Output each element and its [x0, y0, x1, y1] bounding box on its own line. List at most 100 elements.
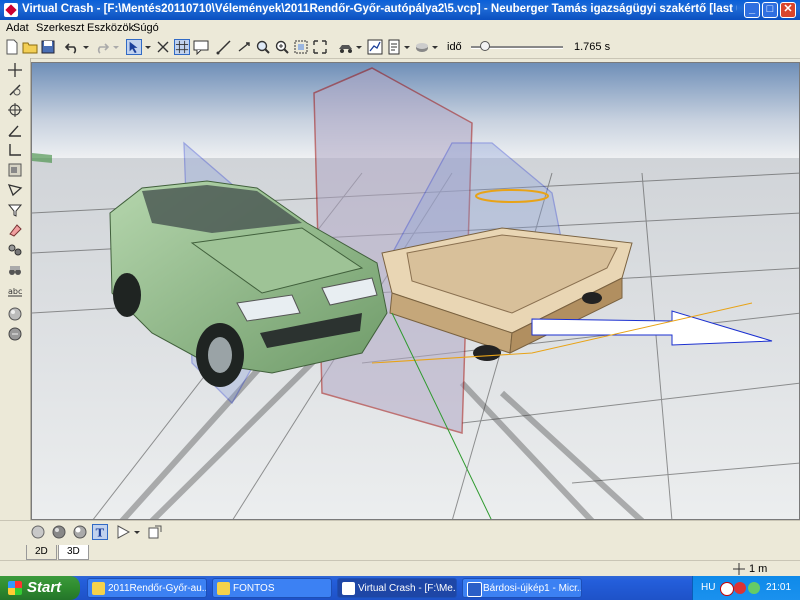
- rotate-tool-icon[interactable]: [7, 82, 23, 98]
- left-toolbar: abc: [0, 58, 31, 520]
- zoom-icon[interactable]: [255, 39, 271, 55]
- time-slider[interactable]: [471, 41, 563, 51]
- undo-dropdown-icon[interactable]: [82, 39, 90, 55]
- taskbar: Start 2011Rendőr-Győr-au... FONTOS Virtu…: [0, 576, 800, 600]
- redo-icon[interactable]: [94, 39, 110, 55]
- tab-3d[interactable]: 3D: [58, 545, 89, 560]
- menu-bar: Adat Szerkeszt Eszközök Súgó: [0, 20, 800, 36]
- select-dropdown-icon[interactable]: [144, 39, 152, 55]
- scene-3d[interactable]: [32, 63, 800, 520]
- task-label: 2011Rendőr-Győr-au...: [108, 583, 207, 594]
- group-objects-icon[interactable]: [7, 242, 23, 258]
- pan-icon[interactable]: [236, 39, 252, 55]
- time-value: 1.765 s: [574, 41, 611, 53]
- textured-shading-icon[interactable]: [72, 524, 88, 540]
- window-title: Virtual Crash - [F:\Mentés20110710\Vélem…: [22, 3, 737, 15]
- start-button[interactable]: Start: [0, 576, 80, 600]
- time-label: idő: [447, 41, 462, 53]
- task-folder-2011[interactable]: 2011Rendőr-Győr-au...: [87, 578, 207, 598]
- flat-shading-icon[interactable]: [30, 524, 46, 540]
- measure-icon[interactable]: [216, 39, 232, 55]
- trailer-wheel-front: [582, 292, 602, 304]
- image-layer-icon[interactable]: [7, 162, 23, 178]
- minimize-button[interactable]: _: [744, 2, 760, 18]
- chart-icon[interactable]: [367, 39, 383, 55]
- main-toolbar: idő 1.765 s: [0, 36, 800, 59]
- zoom-window-icon[interactable]: [274, 39, 290, 55]
- task-virtual-crash[interactable]: Virtual Crash - [F:\Me...: [337, 578, 457, 598]
- filter-tool-icon[interactable]: [7, 202, 23, 218]
- virtual-crash-app-icon[interactable]: [4, 3, 18, 17]
- vehicle-tool-icon[interactable]: [7, 262, 23, 278]
- open-folder-icon[interactable]: [22, 39, 38, 55]
- menu-szerkeszt[interactable]: Szerkeszt: [36, 22, 84, 34]
- task-label: Virtual Crash - [F:\Me...: [358, 583, 457, 594]
- menu-sugo[interactable]: Súgó: [133, 22, 159, 34]
- render-dropdown-icon[interactable]: [431, 39, 439, 55]
- redo-dropdown-icon[interactable]: [112, 39, 120, 55]
- system-tray: HU 21:01: [692, 576, 800, 600]
- text-labels-icon[interactable]: T: [92, 524, 108, 540]
- svg-text:abc: abc: [8, 287, 22, 296]
- render-icon[interactable]: [414, 39, 430, 55]
- task-label: FONTOS: [233, 583, 275, 594]
- target-icon[interactable]: [7, 102, 23, 118]
- text-tool-icon[interactable]: abc: [7, 282, 23, 298]
- smooth-shading-icon[interactable]: [51, 524, 67, 540]
- maximize-button[interactable]: □: [762, 2, 778, 18]
- status-bar: 1 m: [0, 560, 800, 577]
- menu-adat[interactable]: Adat: [6, 22, 29, 34]
- play-dropdown-icon[interactable]: [133, 524, 141, 540]
- triangle-tool-icon[interactable]: [7, 182, 23, 198]
- view-tabs: 2D 3D: [0, 544, 800, 560]
- viewport-3d[interactable]: [31, 62, 800, 520]
- fit-view-icon[interactable]: [312, 39, 328, 55]
- render-mode-toolbar: T: [0, 520, 800, 545]
- network-icon[interactable]: [748, 582, 760, 594]
- sphere-tool-icon[interactable]: [7, 306, 23, 322]
- comment-icon[interactable]: [193, 39, 209, 55]
- car-wheel-rear: [113, 273, 141, 317]
- cut-icon[interactable]: [155, 39, 171, 55]
- report-dropdown-icon[interactable]: [403, 39, 411, 55]
- export-icon[interactable]: [147, 524, 163, 540]
- folder-icon: [217, 582, 230, 595]
- scale-icon: [733, 563, 745, 575]
- settings-sphere-icon[interactable]: [7, 326, 23, 342]
- zoom-extents-icon[interactable]: [293, 39, 309, 55]
- folder-icon: [92, 582, 105, 595]
- time-slider-thumb[interactable]: [479, 41, 490, 51]
- vehicle-add-icon[interactable]: [338, 39, 354, 55]
- eraser-icon[interactable]: [7, 222, 23, 238]
- close-button[interactable]: ✕: [780, 2, 796, 18]
- right-angle-icon[interactable]: [7, 142, 23, 158]
- play-icon[interactable]: [115, 524, 131, 540]
- task-label: Bárdosi-újkép1 - Micr...: [483, 583, 582, 594]
- car-rim-front: [208, 337, 232, 373]
- language-indicator[interactable]: HU: [701, 582, 715, 593]
- task-folder-fontos[interactable]: FONTOS: [212, 578, 332, 598]
- save-icon[interactable]: [40, 39, 56, 55]
- security-icon[interactable]: [720, 582, 734, 596]
- svg-text:T: T: [96, 525, 105, 539]
- trailer-wheel: [473, 345, 501, 361]
- task-word-document[interactable]: Bárdosi-újkép1 - Micr...: [462, 578, 582, 598]
- menu-eszkozok[interactable]: Eszközök: [87, 22, 134, 34]
- angle-tool-icon[interactable]: [7, 122, 23, 138]
- title-bar: Virtual Crash - [F:\Mentés20110710\Vélem…: [0, 0, 800, 20]
- antivirus-icon[interactable]: [734, 582, 746, 594]
- scale-value: 1 m: [749, 563, 768, 575]
- tab-2d[interactable]: 2D: [26, 545, 57, 560]
- clock: 21:01: [766, 582, 792, 593]
- word-icon: [467, 582, 482, 597]
- undo-icon[interactable]: [64, 39, 80, 55]
- select-arrow-icon[interactable]: [126, 39, 142, 55]
- report-icon[interactable]: [386, 39, 402, 55]
- vehicle-dropdown-icon[interactable]: [355, 39, 363, 55]
- new-file-icon[interactable]: [4, 39, 20, 55]
- virtual-crash-icon: [342, 582, 355, 595]
- start-label: Start: [27, 579, 62, 596]
- crosshair-move-icon[interactable]: [7, 62, 23, 78]
- grid-icon[interactable]: [174, 39, 190, 55]
- windows-logo-icon: [8, 581, 22, 595]
